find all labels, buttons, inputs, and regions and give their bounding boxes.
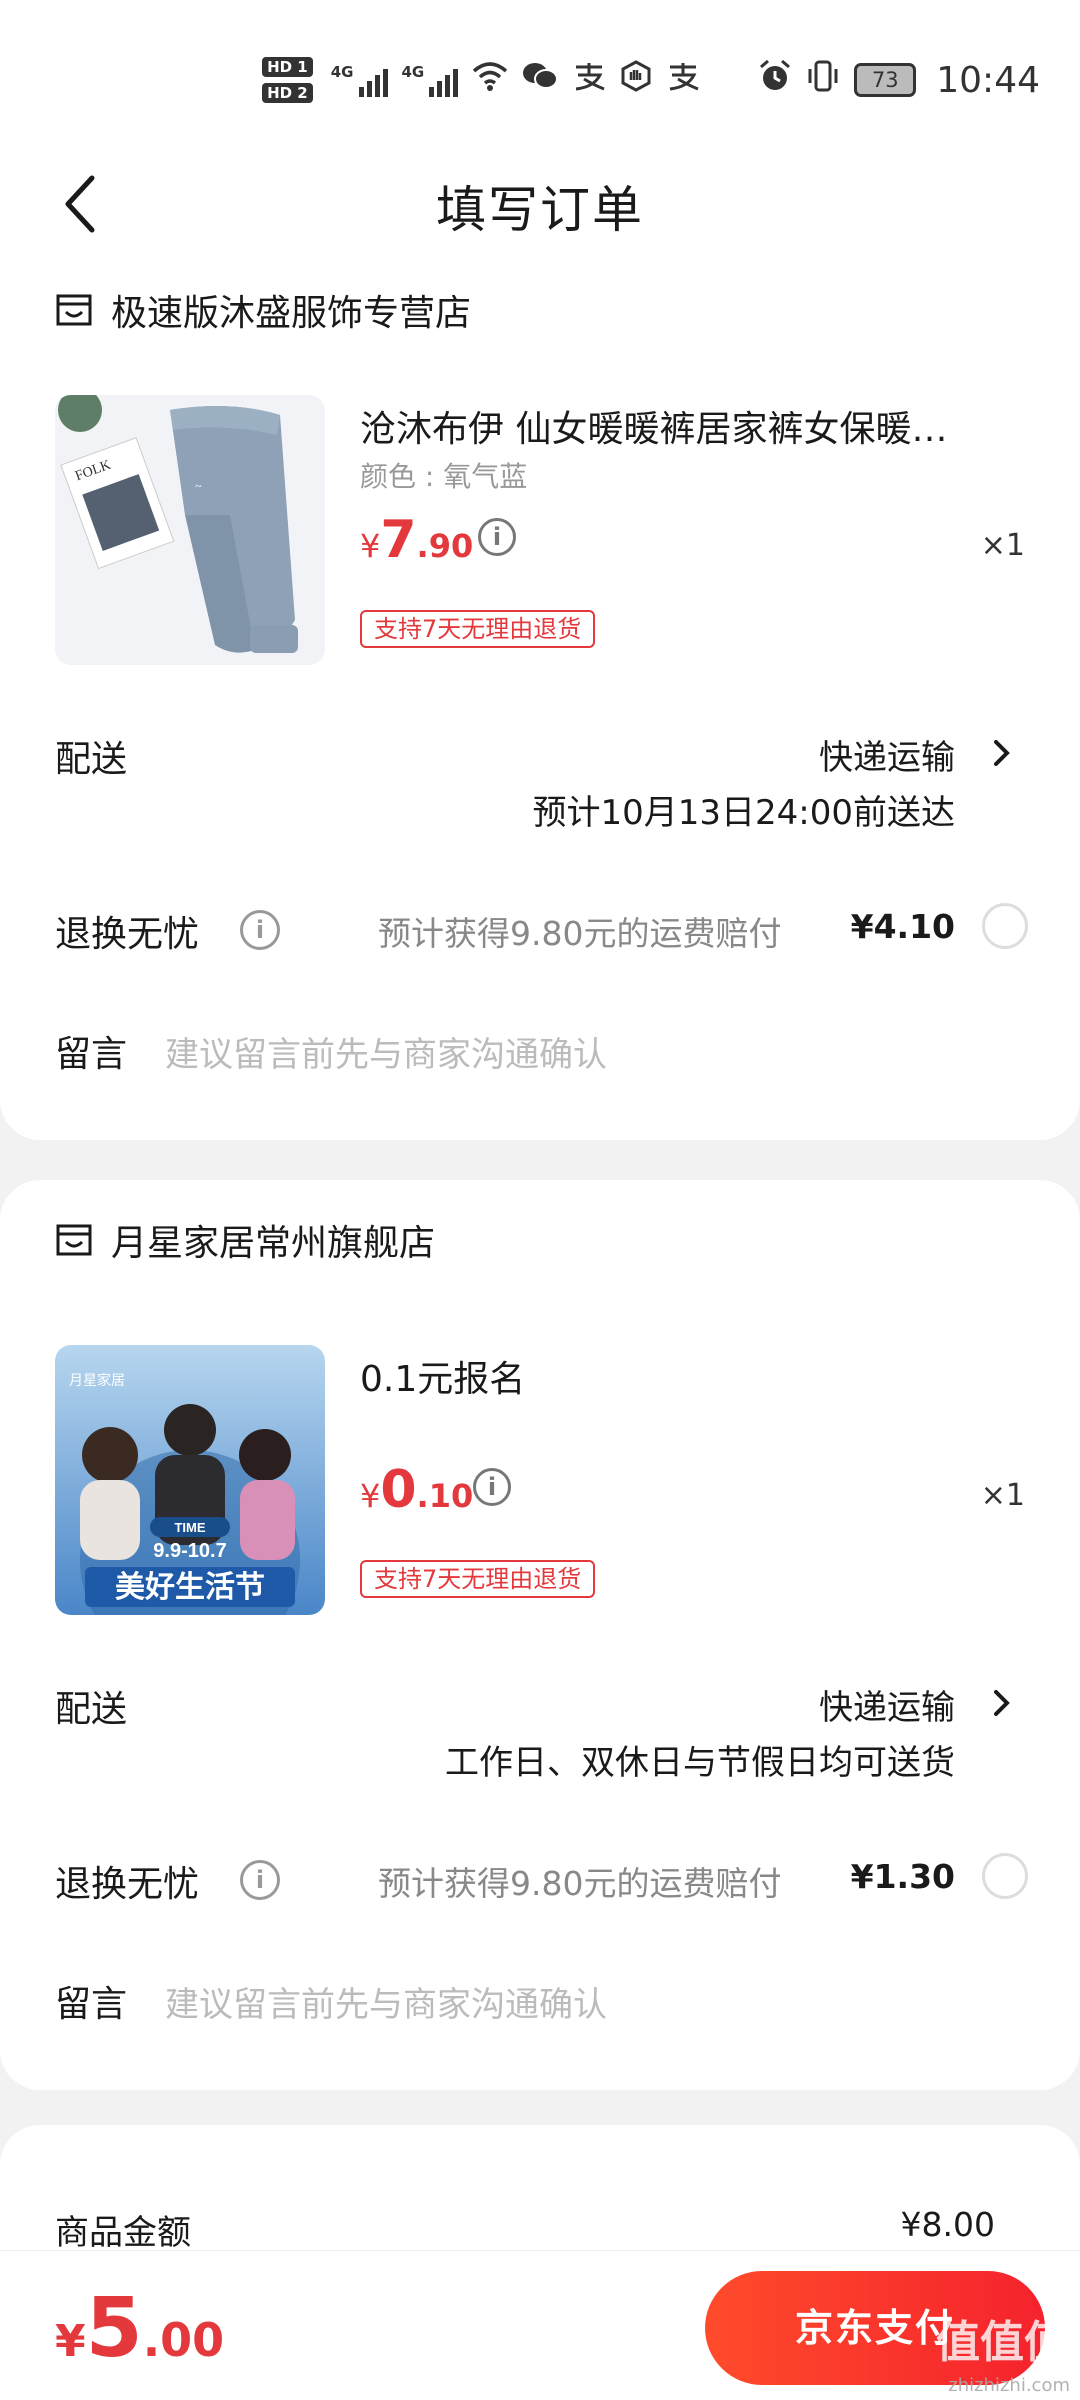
goods-amount-value: ¥8.00	[900, 2205, 995, 2244]
return-guard-radio[interactable]	[982, 1853, 1028, 1899]
hd1-badge: HD 1	[262, 57, 313, 77]
price-info-icon[interactable]: i	[473, 1468, 511, 1506]
alipay-icon	[572, 61, 606, 99]
total-integer: 5	[85, 2281, 143, 2376]
hand-icon	[620, 60, 652, 100]
delivery-label: 配送	[55, 739, 128, 780]
delivery-chevron-icon[interactable]	[992, 1688, 1022, 1728]
delivery-estimate: 工作日、双休日与节假日均可送货	[445, 1743, 955, 1783]
battery-icon: 73	[854, 63, 917, 97]
store-name: 极速版沐盛服饰专营店	[111, 293, 472, 334]
store-row[interactable]: 月星家居常州旗舰店	[55, 1210, 435, 1270]
checkout-bar: ¥ 5 .00 京东支付 值值值 zhizhizhi.com	[0, 2250, 1080, 2400]
price-symbol: ¥	[360, 1477, 381, 1515]
alipay-icon-2	[666, 61, 700, 99]
order-card-2: 月星家居常州旗舰店 月星家居 TIME 9.9-10.7 美好生活节 0.1元报…	[0, 1180, 1080, 2090]
hd2-badge: HD 2	[262, 83, 313, 103]
return-guard-info-icon[interactable]: i	[240, 910, 280, 950]
return-guard-label: 退换无忧	[55, 1864, 200, 1905]
price-info-icon[interactable]: i	[478, 518, 516, 556]
product-image[interactable]: 月星家居 TIME 9.9-10.7 美好生活节	[55, 1345, 325, 1615]
message-label: 留言	[55, 1984, 128, 2025]
store-name: 月星家居常州旗舰店	[111, 1223, 436, 1264]
page-title: 填写订单	[436, 181, 644, 239]
price-decimal: .10	[416, 1477, 474, 1515]
message-input[interactable]: 建议留言前先与商家沟通确认	[165, 1977, 607, 2026]
price-decimal: .90	[416, 527, 474, 565]
return-guard-price: ¥1.30	[850, 1857, 955, 1896]
product-title[interactable]: 0.1元报名	[360, 1350, 1000, 1402]
return-policy-tag: 支持7天无理由退货	[360, 610, 596, 648]
clock: 10:44	[936, 59, 1040, 101]
total-price: ¥ 5 .00	[55, 2281, 224, 2376]
product-price: ¥ 7 .90	[360, 510, 473, 570]
message-input[interactable]: 建议留言前先与商家沟通确认	[165, 1027, 607, 1076]
status-bar: HD 1 HD 2 4G 4G 73 10:44	[0, 0, 1080, 150]
img-dates: 9.9-10.7	[153, 1540, 226, 1562]
quantity: ×1	[980, 528, 1025, 563]
store-icon	[55, 292, 93, 328]
header: 填写订单	[0, 150, 1080, 260]
message-label: 留言	[55, 1034, 128, 1075]
delivery-method[interactable]: 快递运输	[819, 730, 955, 779]
product-price: ¥ 0 .10	[360, 1460, 473, 1520]
svg-text:~: ~	[195, 479, 202, 493]
price-integer: 0	[380, 1460, 417, 1520]
return-guard-info-icon[interactable]: i	[240, 1860, 280, 1900]
network-type-2: 4G	[401, 63, 425, 81]
delivery-method[interactable]: 快递运输	[819, 1680, 955, 1729]
return-guard-label: 退换无忧	[55, 914, 200, 955]
delivery-label: 配送	[55, 1689, 128, 1730]
price-symbol: ¥	[360, 527, 381, 565]
price-integer: 7	[380, 510, 417, 570]
goods-amount-label: 商品金额	[55, 2213, 191, 2253]
store-icon	[55, 1222, 93, 1258]
wechat-icon	[522, 61, 559, 99]
hd-indicator: HD 1 HD 2	[262, 57, 313, 103]
network-type-1: 4G	[330, 63, 354, 81]
return-policy-tag: 支持7天无理由退货	[360, 1560, 596, 1598]
return-guard-radio[interactable]	[982, 903, 1028, 949]
return-guard-desc: 预计获得9.80元的运费赔付	[378, 914, 782, 953]
alarm-icon	[758, 59, 792, 101]
watermark: 值值值	[936, 2317, 1068, 2368]
product-spec[interactable]: 颜色 : 氧气蓝	[360, 455, 527, 495]
delivery-estimate: 预计10月13日24:00前送达	[532, 793, 955, 833]
wifi-icon	[472, 61, 508, 99]
store-row[interactable]: 极速版沐盛服饰专营店	[55, 280, 471, 340]
img-brand: 月星家居	[69, 1372, 125, 1388]
total-symbol: ¥	[55, 2316, 86, 2367]
return-guard-desc: 预计获得9.80元的运费赔付	[378, 1864, 782, 1903]
order-card-1: 极速版沐盛服饰专营店 FOLK ~ 沧沐布伊 仙女暖暖裤居家裤女保暖… 颜色 :…	[0, 260, 1080, 1140]
img-time: TIME	[174, 1520, 205, 1535]
quantity: ×1	[980, 1478, 1025, 1513]
img-banner: 美好生活节	[115, 1570, 265, 1605]
product-image[interactable]: FOLK ~	[55, 395, 325, 665]
return-guard-price: ¥4.10	[850, 907, 955, 946]
signal-icon: 4G	[331, 63, 388, 97]
vibrate-icon	[806, 59, 840, 101]
status-icons: HD 1 HD 2 4G 4G 73 10:44	[262, 52, 1040, 108]
product-title[interactable]: 沧沐布伊 仙女暖暖裤居家裤女保暖…	[360, 400, 1000, 452]
watermark-url: zhizhizhi.com	[948, 2375, 1070, 2396]
total-decimal: .00	[142, 2313, 225, 2367]
signal-icon-2: 4G	[402, 63, 459, 97]
delivery-chevron-icon[interactable]	[992, 738, 1022, 778]
